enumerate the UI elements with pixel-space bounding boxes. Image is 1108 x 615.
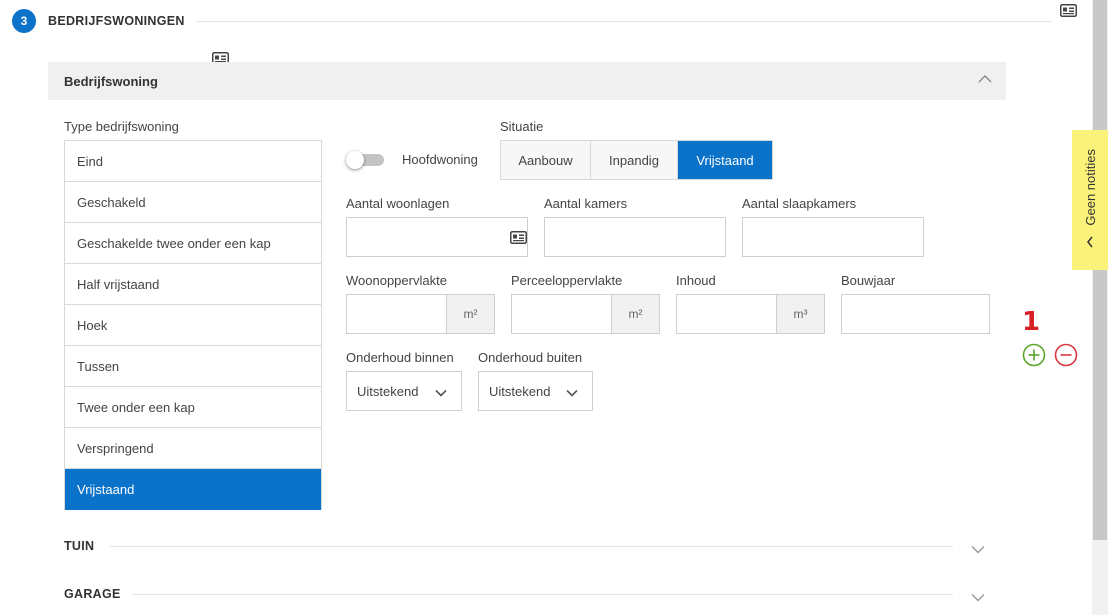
type-item-tussen[interactable]: Tussen xyxy=(65,346,321,387)
inhoud-label: Inhoud xyxy=(676,273,716,288)
section-tuin-title[interactable]: TUIN xyxy=(64,539,94,553)
chevron-down-icon xyxy=(435,385,447,400)
type-label: Type bedrijfswoning xyxy=(64,119,179,134)
type-item-half-vrijstaand[interactable]: Half vrijstaand xyxy=(65,264,321,305)
step-title: BEDRIJFSWONINGEN xyxy=(48,14,185,28)
chevron-down-icon xyxy=(566,385,578,400)
woonoppervlakte-input[interactable]: m² xyxy=(346,294,495,334)
section-garage-divider xyxy=(132,594,953,595)
aantal-woonlagen-input[interactable] xyxy=(346,217,528,257)
situatie-segmented-control: Aanbouw Inpandig Vrijstaand xyxy=(500,140,773,180)
perceeloppervlakte-input[interactable]: m² xyxy=(511,294,660,334)
situatie-option-inpandig[interactable]: Inpandig xyxy=(591,141,678,179)
onderhoud-buiten-select[interactable]: Uitstekend xyxy=(478,371,593,411)
aantal-woonlagen-label: Aantal woonlagen xyxy=(346,196,450,211)
section-header-bedrijfswoning[interactable] xyxy=(48,62,1006,100)
notes-tab[interactable]: Geen notities xyxy=(1072,130,1108,270)
unit-m2: m² xyxy=(446,295,494,333)
type-item-geschakelde-twee-onder-een-kap[interactable]: Geschakelde twee onder een kap xyxy=(65,223,321,264)
chevron-up-icon[interactable] xyxy=(978,72,992,87)
notes-tab-label: Geen notities xyxy=(1082,149,1098,226)
onderhoud-buiten-value: Uitstekend xyxy=(489,383,551,399)
bouwjaar-label: Bouwjaar xyxy=(841,273,896,288)
step-number-badge: 3 xyxy=(12,9,36,33)
scrollbar-thumb[interactable] xyxy=(1093,0,1107,540)
unit-m2: m² xyxy=(611,295,659,333)
aantal-slaapkamers-label: Aantal slaapkamers xyxy=(742,196,857,211)
chevron-down-icon[interactable] xyxy=(971,542,985,557)
perceeloppervlakte-label: Perceeloppervlakte xyxy=(511,273,623,288)
id-card-icon[interactable] xyxy=(1060,4,1077,17)
chevron-down-icon[interactable] xyxy=(971,590,985,605)
aantal-slaapkamers-input[interactable] xyxy=(742,217,924,257)
step-divider xyxy=(196,21,1052,22)
type-list: Eind Geschakeld Geschakelde twee onder e… xyxy=(64,140,322,510)
item-count: 1 xyxy=(1022,307,1041,337)
onderhoud-binnen-select[interactable]: Uitstekend xyxy=(346,371,462,411)
chevron-left-icon xyxy=(1086,236,1094,251)
type-item-verspringend[interactable]: Verspringend xyxy=(65,428,321,469)
woonoppervlakte-label: Woonoppervlakte xyxy=(346,273,447,288)
onderhoud-buiten-label: Onderhoud buiten xyxy=(478,350,583,365)
section-title: Bedrijfswoning xyxy=(64,74,158,89)
inhoud-input[interactable]: m³ xyxy=(676,294,825,334)
situatie-label: Situatie xyxy=(500,119,544,134)
plus-circle-icon[interactable] xyxy=(1022,343,1046,367)
type-item-twee-onder-een-kap[interactable]: Twee onder een kap xyxy=(65,387,321,428)
hoofdwoning-label: Hoofdwoning xyxy=(402,152,478,167)
type-item-eind[interactable]: Eind xyxy=(65,141,321,182)
id-card-icon xyxy=(510,231,527,244)
bouwjaar-input[interactable] xyxy=(841,294,990,334)
situatie-option-vrijstaand[interactable]: Vrijstaand xyxy=(678,141,772,179)
aantal-kamers-input[interactable] xyxy=(544,217,726,257)
section-garage-title[interactable]: GARAGE xyxy=(64,587,121,601)
toggle-knob xyxy=(346,151,364,169)
situatie-option-aanbouw[interactable]: Aanbouw xyxy=(501,141,591,179)
section-tuin-divider xyxy=(110,546,953,547)
type-item-hoek[interactable]: Hoek xyxy=(65,305,321,346)
onderhoud-binnen-label: Onderhoud binnen xyxy=(346,350,454,365)
aantal-kamers-label: Aantal kamers xyxy=(544,196,628,211)
unit-m3: m³ xyxy=(776,295,824,333)
hoofdwoning-toggle[interactable] xyxy=(346,151,384,169)
type-item-vrijstaand[interactable]: Vrijstaand xyxy=(65,469,321,510)
onderhoud-binnen-value: Uitstekend xyxy=(357,383,419,399)
minus-circle-icon[interactable] xyxy=(1054,343,1078,367)
type-item-geschakeld[interactable]: Geschakeld xyxy=(65,182,321,223)
